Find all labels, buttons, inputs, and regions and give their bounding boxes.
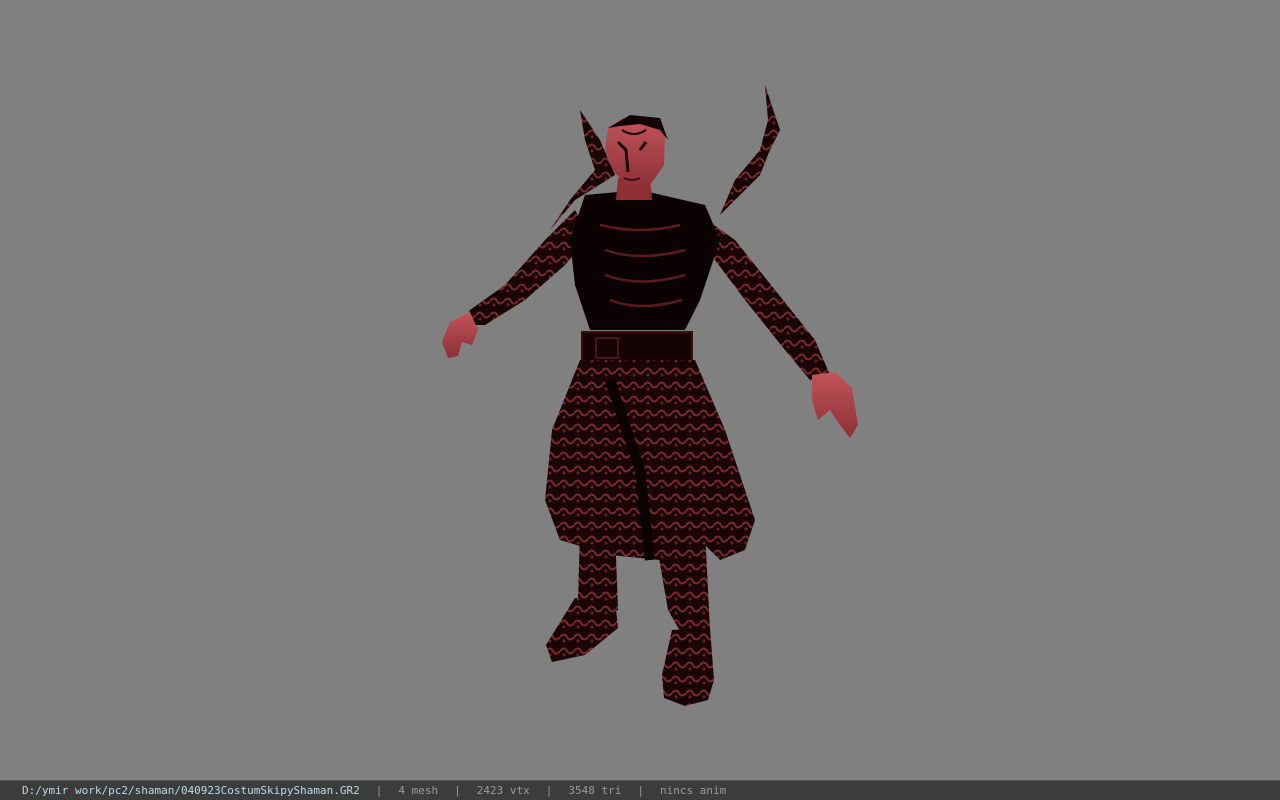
animation-status: nincs anim [659,784,727,797]
status-bar: D:/ymir work/pc2/shaman/040923CostumSkip… [0,780,1280,800]
right-hand [812,372,858,438]
back-ribbon-right [720,85,780,215]
3d-viewport[interactable] [0,0,1280,780]
file-path: D:/ymir work/pc2/shaman/040923CostumSkip… [22,784,360,797]
torso [570,190,720,330]
separator: | [637,784,644,797]
mesh-count: 4 mesh [398,784,439,797]
right-boot [662,628,714,706]
triangle-count: 3548 tri [568,784,622,797]
separator: | [545,784,553,797]
character-model [442,85,858,706]
vertex-count: 2423 vtx [476,784,530,797]
separator: | [375,784,383,797]
left-arm [465,210,590,325]
right-leg [655,530,710,640]
separator: | [454,784,461,797]
left-boot [546,598,618,662]
left-hand [442,312,478,358]
